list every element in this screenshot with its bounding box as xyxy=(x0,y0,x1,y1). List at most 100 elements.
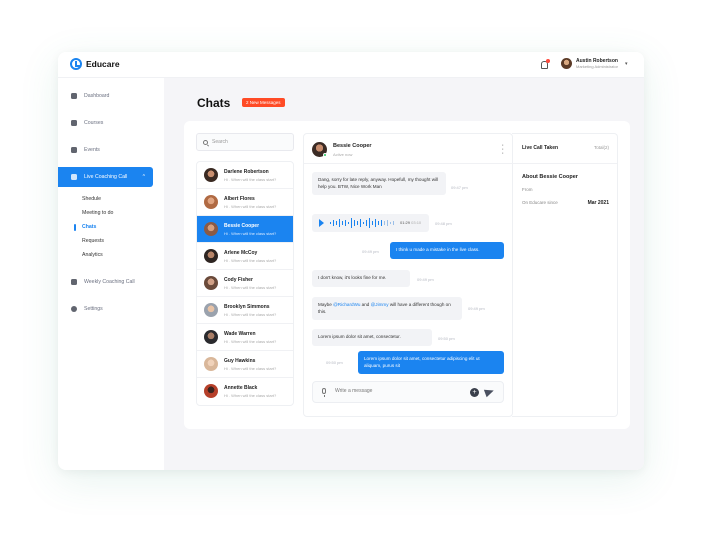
message-outgoing: Lorem ipsum dolor sit amet, consectetur … xyxy=(358,351,504,375)
message-time: 09:49 pm xyxy=(417,277,434,282)
contact-item[interactable]: Annette Black Hi . When will the class s… xyxy=(197,378,293,405)
subnav-item-requests[interactable]: Requests xyxy=(82,238,104,244)
about-since-value: Mar 2021 xyxy=(587,200,609,206)
play-icon[interactable] xyxy=(319,219,324,227)
contact-item[interactable]: Wade Warren Hi . When will the class sta… xyxy=(197,324,293,351)
contact-item[interactable]: Arlene McCoy Hi . When will the class st… xyxy=(197,243,293,270)
voice-message: 01:29 03:10 xyxy=(312,214,429,232)
message-time: 09:48 pm xyxy=(435,221,452,226)
message-time: 09:49 pm xyxy=(468,306,485,311)
subnav-item-chats[interactable]: Chats xyxy=(82,224,96,230)
avatar xyxy=(204,276,218,290)
sidebar-item-courses[interactable]: Courses xyxy=(58,113,153,133)
weekly-call-icon xyxy=(71,279,77,285)
info-title: Live Call Taken xyxy=(522,145,559,151)
logo[interactable]: Educare xyxy=(70,58,120,70)
contact-name: Wade Warren xyxy=(224,331,256,337)
send-icon[interactable] xyxy=(483,386,496,398)
sidebar-item-live-coaching-call[interactable]: Live Coaching Call ^ xyxy=(58,167,153,187)
sidebar: Dashboard Courses Events Live Coaching C… xyxy=(58,78,164,470)
app-window: Educare Austin Robertson Marketing Admin… xyxy=(58,52,644,470)
message-input[interactable] xyxy=(335,388,455,394)
dashboard-icon xyxy=(71,93,77,99)
page-title: Chats xyxy=(197,96,231,110)
contact-name: Cody Fisher xyxy=(224,277,253,283)
search-icon xyxy=(203,139,208,145)
chevron-down-icon[interactable]: ▾ xyxy=(625,61,628,67)
message-time: 09:49 pm xyxy=(362,249,379,254)
chat-contact-name: Bessie Cooper xyxy=(333,143,372,149)
avatar xyxy=(204,249,218,263)
chevron-up-icon[interactable]: ^ xyxy=(143,174,145,180)
contact-preview: Hi . When will the class start? xyxy=(224,366,277,371)
search-placeholder: Search xyxy=(212,139,228,145)
contact-list: Darlene Robertson Hi . When will the cla… xyxy=(196,161,294,406)
chat-header: Bessie Cooper Active now · · · xyxy=(304,134,512,164)
message-time: 09:50 pm xyxy=(438,336,455,341)
contact-preview: Hi . When will the class start? xyxy=(224,204,277,209)
contact-preview: Hi . When will the class start? xyxy=(224,312,277,317)
contact-name: Bessie Cooper xyxy=(224,223,260,229)
search-input[interactable]: Search xyxy=(196,133,294,151)
subnav-item-shedule[interactable]: Shedule xyxy=(82,196,101,202)
contact-item[interactable]: Darlene Robertson Hi . When will the cla… xyxy=(197,162,293,189)
contact-preview: Hi . When will the class start? xyxy=(224,285,277,290)
contact-info-column: Live Call Taken Total(2) About Bessie Co… xyxy=(512,133,618,417)
new-messages-badge: 2 New Messages xyxy=(242,98,285,107)
avatar xyxy=(204,222,218,236)
sidebar-item-label: Weekly Coaching Call xyxy=(84,279,135,285)
avatar xyxy=(204,303,218,317)
about-from-label: From xyxy=(522,187,533,192)
contact-name: Darlene Robertson xyxy=(224,169,269,175)
contact-item[interactable]: Cody Fisher Hi . When will the class sta… xyxy=(197,270,293,297)
about-title: About Bessie Cooper xyxy=(522,174,578,180)
avatar xyxy=(204,384,218,398)
contact-name: Guy Hawkins xyxy=(224,358,256,364)
subnav-item-meeting[interactable]: Meeting to do xyxy=(82,210,113,216)
avatar xyxy=(204,168,218,182)
mention-link[interactable]: @RichardWu xyxy=(333,302,360,307)
contact-preview: Hi . When will the class start? xyxy=(224,231,277,236)
chat-window: Bessie Cooper Active now · · · Dang, sorry… xyxy=(303,133,513,417)
info-total: Total(2) xyxy=(593,145,609,150)
user-menu[interactable]: Austin Robertson Marketing Administrator… xyxy=(561,58,628,69)
microphone-icon[interactable] xyxy=(322,388,326,397)
sidebar-item-label: Live Coaching Call xyxy=(84,174,128,180)
voice-duration: 01:29 03:10 xyxy=(400,220,422,225)
message-time: 09:47 pm xyxy=(451,185,468,190)
avatar xyxy=(561,58,572,69)
contact-item[interactable]: Brooklyn Simmons Hi . When will the clas… xyxy=(197,297,293,324)
message-time: 09:50 pm xyxy=(326,360,343,365)
mention-link[interactable]: @Jimmy xyxy=(371,302,389,307)
top-bar: Educare Austin Robertson Marketing Admin… xyxy=(58,52,644,78)
sidebar-item-label: Dashboard xyxy=(84,93,110,99)
app-name: Educare xyxy=(86,59,120,69)
message-incoming: Lorem ipsum dolor sit amet, consectetur. xyxy=(312,329,432,346)
sidebar-item-label: Settings xyxy=(84,306,103,312)
message-incoming: Maybe @RichardWu and @Jimmy will have a … xyxy=(312,297,462,321)
contact-name: Annette Black xyxy=(224,385,258,391)
contact-preview: Hi . When will the class start? xyxy=(224,177,277,182)
sidebar-item-weekly-coaching-call[interactable]: Weekly Coaching Call xyxy=(58,272,153,292)
subnav-item-analytics[interactable]: Analytics xyxy=(82,252,103,258)
message-incoming: Dang, sorry for late reply, anyway. Hope… xyxy=(312,172,446,196)
contact-item[interactable]: Albert Flores Hi . When will the class s… xyxy=(197,189,293,216)
contact-preview: Hi . When will the class start? xyxy=(224,339,277,344)
contact-name: Albert Flores xyxy=(224,196,255,202)
add-attachment-icon[interactable]: + xyxy=(470,388,479,397)
sidebar-item-dashboard[interactable]: Dashboard xyxy=(58,86,153,106)
sidebar-item-settings[interactable]: Settings xyxy=(58,299,153,319)
sidebar-item-events[interactable]: Events xyxy=(58,140,153,160)
more-vertical-icon[interactable]: · · · xyxy=(502,142,504,157)
contact-preview: Hi . When will the class start? xyxy=(224,258,277,263)
contact-item[interactable]: Guy Hawkins Hi . When will the class sta… xyxy=(197,351,293,378)
message-incoming: I don't know, it's looks fine for me. xyxy=(312,270,410,287)
avatar xyxy=(204,195,218,209)
events-icon xyxy=(71,147,77,153)
avatar xyxy=(204,357,218,371)
user-role: Marketing Administrator xyxy=(576,64,619,69)
contact-item-active[interactable]: Bessie Cooper Hi . When will the class s… xyxy=(197,216,293,243)
message-composer: + xyxy=(312,381,504,403)
logo-icon xyxy=(70,58,82,70)
courses-icon xyxy=(71,120,77,126)
